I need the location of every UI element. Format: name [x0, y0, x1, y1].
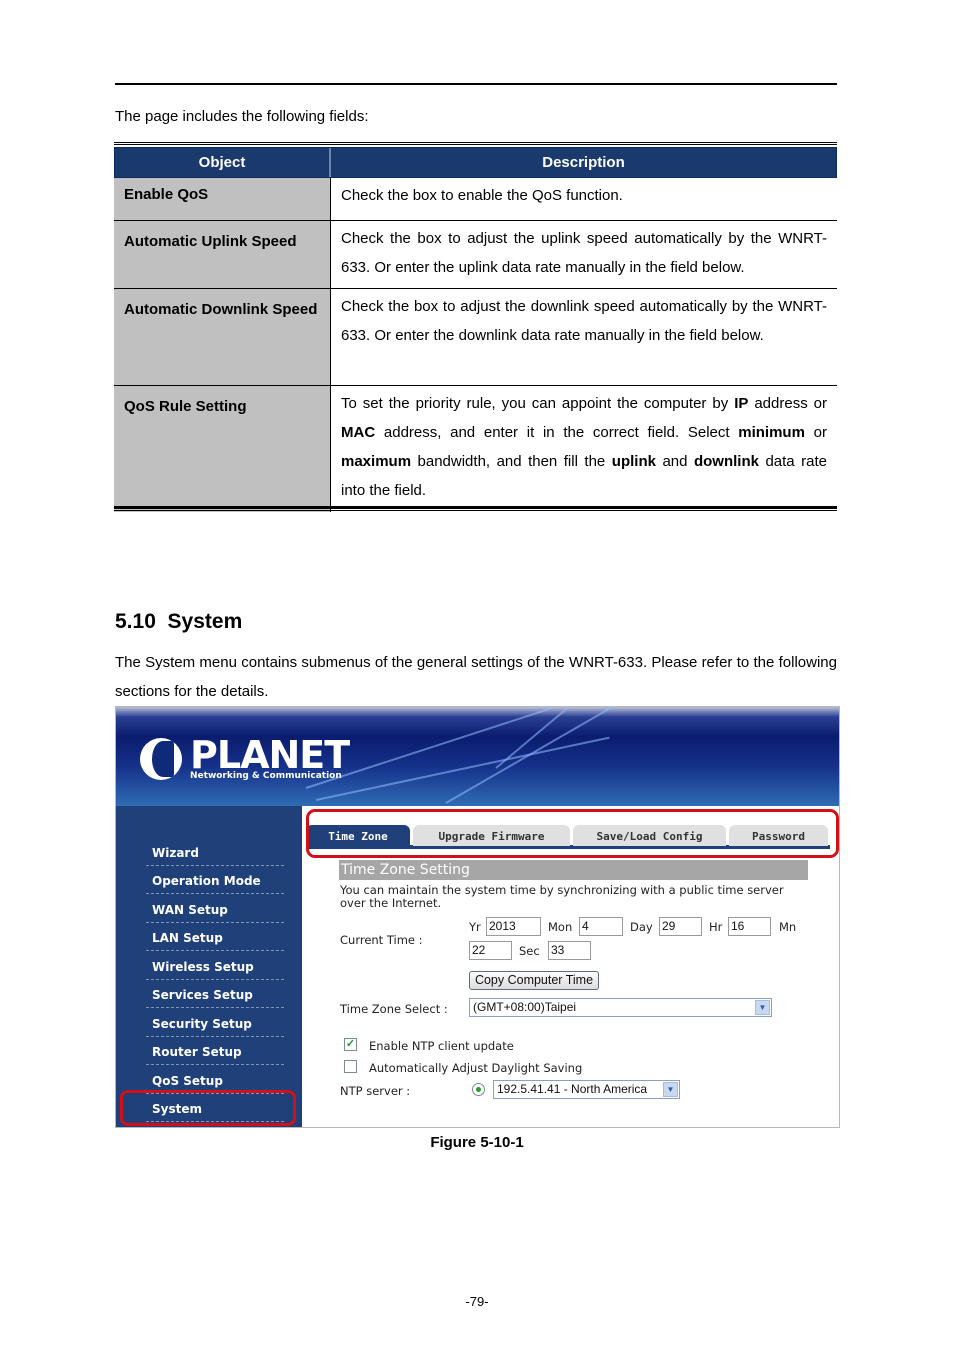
table-bottom-rule [114, 506, 837, 511]
desc-text: bandwidth, and then fill the [411, 453, 612, 470]
row-object: Automatic Downlink Speed [114, 289, 331, 385]
ntp-server-select[interactable]: 192.5.41.41 - North America ▼ [493, 1080, 680, 1099]
desc-text: To set the priority rule, you can appoin… [341, 395, 735, 412]
page-number: -79- [465, 1294, 489, 1309]
table-row: Enable QoS Check the box to enable the Q… [114, 178, 837, 221]
table-row: Automatic Downlink Speed Check the box t… [114, 289, 837, 386]
panel-title: Time Zone Setting [339, 860, 808, 880]
mon-label: Mon [548, 920, 573, 934]
daylight-saving-label: Automatically Adjust Daylight Saving [369, 1061, 583, 1075]
sidebar-item-services-setup[interactable]: Services Setup [146, 980, 284, 1008]
ntp-server-radio[interactable] [472, 1083, 485, 1096]
system-highlight-box [120, 1090, 296, 1126]
desc-bold: downlink [693, 453, 759, 470]
banner: PLANET Networking & Communication [116, 707, 839, 806]
intro-text: The page includes the following fields: [115, 108, 369, 125]
year-input[interactable]: 2013 [486, 917, 541, 936]
logo-tagline: Networking & Communication [190, 771, 342, 781]
table-row: QoS Rule Setting To set the priority rul… [114, 386, 837, 512]
sidebar-item-wan-setup[interactable]: WAN Setup [146, 895, 284, 923]
timezone-select[interactable]: (GMT+08:00)Taipei ▼ [469, 998, 772, 1017]
content-divider [302, 1127, 840, 1128]
header-description: Description [542, 154, 625, 171]
desc-text: address, and enter it in the correct fie… [375, 424, 739, 441]
content-panel: Time Zone Upgrade Firmware Save/Load Con… [302, 806, 840, 1128]
enable-ntp-checkbox[interactable]: ✓ [344, 1038, 357, 1051]
chevron-down-icon: ▼ [755, 1000, 770, 1015]
desc-text: or [804, 424, 827, 441]
panel-description: You can maintain the system time by sync… [340, 883, 784, 910]
ntp-server-value: 192.5.41.41 - North America [497, 1082, 648, 1096]
section-paragraph: The System menu contains submenus of the… [115, 654, 837, 700]
table-header: Object Description [114, 147, 837, 178]
sidebar-item-router-setup[interactable]: Router Setup [146, 1037, 284, 1065]
copy-computer-time-button[interactable]: Copy Computer Time [469, 971, 599, 990]
hr-label: Hr [709, 920, 723, 934]
tabs-highlight-box [306, 809, 839, 858]
month-input[interactable]: 4 [579, 917, 623, 936]
row-object: Automatic Uplink Speed [114, 221, 331, 288]
row-description: To set the priority rule, you can appoin… [331, 386, 837, 512]
planet-logo-face-icon [152, 741, 174, 777]
desc-text: address or [748, 395, 827, 412]
table-row: Automatic Uplink Speed Check the box to … [114, 221, 837, 289]
timezone-value: (GMT+08:00)Taipei [473, 1000, 577, 1014]
desc-bold: MAC [341, 424, 376, 441]
figure-screenshot: PLANET Networking & Communication Wizard… [115, 706, 840, 1128]
desc-bold: maximum [341, 453, 412, 470]
row-object: QoS Rule Setting [114, 386, 331, 512]
yr-label: Yr [469, 920, 481, 934]
daylight-saving-checkbox[interactable] [344, 1060, 357, 1073]
header-rule [115, 83, 837, 85]
sidebar-item-wireless-setup[interactable]: Wireless Setup [146, 952, 284, 980]
sec-label: Sec [519, 944, 540, 958]
figure-caption: Figure 5-10-1 [430, 1134, 524, 1151]
row-description: Check the box to adjust the downlink spe… [341, 298, 827, 344]
sidebar-nav: Wizard Operation Mode WAN Setup LAN Setu… [116, 806, 302, 1127]
day-label: Day [630, 920, 653, 934]
banner-streak [445, 707, 620, 804]
timezone-label: Time Zone Select : [340, 1002, 448, 1016]
row-object-text: Automatic Downlink Speed [124, 301, 318, 318]
sidebar-item-security-setup[interactable]: Security Setup [146, 1009, 284, 1037]
day-input[interactable]: 29 [659, 917, 702, 936]
row-object: Enable QoS [114, 178, 331, 220]
row-description: Check the box to adjust the uplink speed… [341, 230, 827, 276]
desc-text: and [655, 453, 694, 470]
chevron-down-icon: ▼ [663, 1082, 678, 1097]
header-object: Object [115, 148, 331, 177]
row-description: Check the box to enable the QoS function… [341, 187, 623, 204]
desc-bold: uplink [611, 453, 656, 470]
current-time-label: Current Time : [340, 933, 423, 947]
enable-ntp-label: Enable NTP client update [369, 1039, 514, 1053]
mn-label: Mn [779, 920, 797, 934]
desc-bold: minimum [738, 424, 805, 441]
minute-input[interactable]: 22 [469, 941, 512, 960]
sidebar-item-wizard[interactable]: Wizard [146, 838, 284, 866]
desc-bold: IP [734, 395, 749, 412]
ntp-server-label: NTP server : [340, 1084, 411, 1098]
sidebar-item-lan-setup[interactable]: LAN Setup [146, 923, 284, 951]
section-title: 5.10 System [115, 610, 243, 633]
second-input[interactable]: 33 [548, 941, 591, 960]
hour-input[interactable]: 16 [728, 917, 771, 936]
sidebar-item-operation-mode[interactable]: Operation Mode [146, 866, 284, 894]
fields-table: Object Description Enable QoS Check the … [114, 142, 837, 512]
